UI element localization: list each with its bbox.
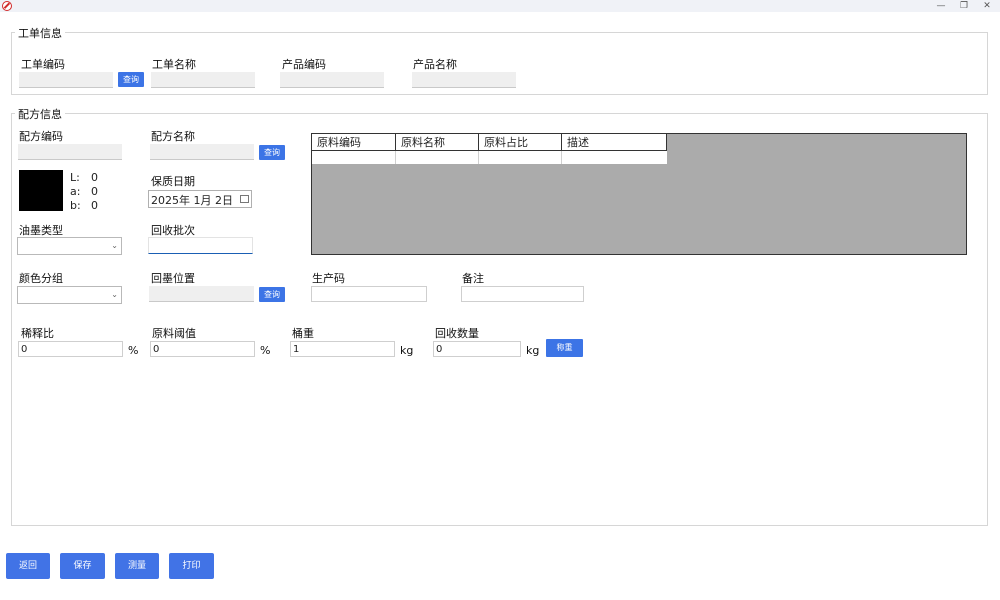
product-name-input[interactable] xyxy=(412,72,516,88)
grid-col-material-name[interactable]: 原料名称 xyxy=(396,134,479,151)
ink-type-select[interactable]: ⌄ xyxy=(17,237,122,255)
shelf-date-label: 保质日期 xyxy=(151,175,195,188)
remark-label: 备注 xyxy=(462,272,484,285)
color-swatch xyxy=(19,170,63,211)
production-code-label: 生产码 xyxy=(312,272,345,285)
chevron-down-icon: ⌄ xyxy=(111,290,118,299)
recycle-quantity-label: 回收数量 xyxy=(435,327,479,340)
work-order-name-label: 工单名称 xyxy=(152,58,196,71)
measure-button[interactable]: 测量 xyxy=(115,553,159,579)
product-code-label: 产品编码 xyxy=(282,58,326,71)
bucket-weight-label: 桶重 xyxy=(292,327,314,340)
print-button[interactable]: 打印 xyxy=(169,553,214,579)
formula-name-label: 配方名称 xyxy=(151,130,195,143)
lab-l-value: 0 xyxy=(91,171,98,184)
grid-col-material-code[interactable]: 原料编码 xyxy=(312,134,396,151)
formula-code-label: 配方编码 xyxy=(19,130,63,143)
threshold-input[interactable]: 0 xyxy=(150,341,255,357)
dilution-unit: % xyxy=(128,344,139,357)
lab-b-key: b: xyxy=(70,199,81,212)
product-name-label: 产品名称 xyxy=(413,58,457,71)
minimize-button[interactable]: — xyxy=(930,0,952,12)
formula-code-input[interactable] xyxy=(18,144,122,160)
formula-legend: 配方信息 xyxy=(15,106,65,122)
recycle-quantity-unit: kg xyxy=(526,344,540,357)
shelf-date-value: 2025年 1月 2日 xyxy=(151,194,233,207)
formula-name-input[interactable] xyxy=(150,144,254,160)
back-button[interactable]: 返回 xyxy=(6,553,50,579)
grid-col-description[interactable]: 描述 xyxy=(562,134,667,151)
bucket-weight-input[interactable]: 1 xyxy=(290,341,395,357)
ink-type-label: 油墨类型 xyxy=(19,224,63,237)
lab-a-key: a: xyxy=(70,185,81,198)
color-group-select[interactable]: ⌄ xyxy=(17,286,122,304)
recycle-location-label: 回墨位置 xyxy=(151,272,195,285)
grid-new-row-cell[interactable] xyxy=(479,151,562,164)
dilution-label: 稀释比 xyxy=(21,327,54,340)
grid-col-material-ratio[interactable]: 原料占比 xyxy=(479,134,562,151)
work-order-query-button[interactable]: 查询 xyxy=(118,72,144,87)
work-order-code-label: 工单编码 xyxy=(21,58,65,71)
lab-b-value: 0 xyxy=(91,199,98,212)
material-grid[interactable]: 原料编码 原料名称 原料占比 描述 xyxy=(311,133,967,255)
chevron-down-icon: ⌄ xyxy=(111,241,118,250)
location-query-button[interactable]: 查询 xyxy=(259,287,285,302)
threshold-unit: % xyxy=(260,344,271,357)
grid-new-row-cell[interactable] xyxy=(562,151,667,164)
recycle-location-input[interactable] xyxy=(149,286,254,302)
bucket-weight-unit: kg xyxy=(400,344,414,357)
shelf-date-picker[interactable]: 2025年 1月 2日 xyxy=(148,190,252,208)
remark-input[interactable] xyxy=(461,286,584,302)
save-button[interactable]: 保存 xyxy=(60,553,105,579)
title-bar xyxy=(0,0,1000,12)
restore-button[interactable]: ❐ xyxy=(953,0,975,12)
lab-a-value: 0 xyxy=(91,185,98,198)
weigh-button[interactable]: 称重 xyxy=(546,339,583,357)
work-order-name-input[interactable] xyxy=(151,72,255,88)
close-button[interactable]: ✕ xyxy=(976,0,998,12)
formula-query-button[interactable]: 查询 xyxy=(259,145,285,160)
recycle-quantity-input[interactable]: 0 xyxy=(433,341,521,357)
calendar-icon[interactable] xyxy=(240,195,249,203)
product-code-input[interactable] xyxy=(280,72,384,88)
dilution-input[interactable]: 0 xyxy=(18,341,123,357)
lab-l-key: L: xyxy=(70,171,80,184)
app-logo-icon xyxy=(2,1,12,11)
threshold-label: 原料阈值 xyxy=(152,327,196,340)
production-code-input[interactable] xyxy=(311,286,427,302)
work-order-legend: 工单信息 xyxy=(15,25,65,41)
recycle-batch-label: 回收批次 xyxy=(151,224,195,237)
work-order-code-input[interactable] xyxy=(19,72,113,88)
color-group-label: 颜色分组 xyxy=(19,272,63,285)
grid-new-row-cell[interactable] xyxy=(396,151,479,164)
grid-new-row-cell[interactable] xyxy=(312,151,396,164)
recycle-batch-input[interactable] xyxy=(148,237,253,254)
